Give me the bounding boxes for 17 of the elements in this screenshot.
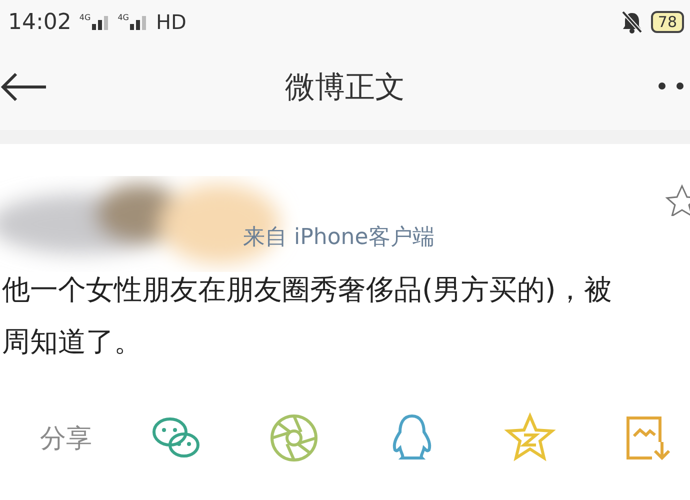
signal-icon (130, 14, 148, 30)
post-text: 周知道了。 (2, 324, 143, 360)
back-arrow-icon[interactable] (0, 72, 48, 102)
more-icon[interactable] (658, 82, 686, 90)
post-source: 来自 iPhone客户端 (243, 224, 434, 252)
network-type: 4G (118, 14, 129, 22)
star-icon[interactable] (504, 412, 556, 464)
signal-icon (92, 14, 110, 30)
network-type: 4G (79, 14, 91, 22)
post-text: 他一个女性朋友在朋友圈秀奢侈品(男方买的)，被 (2, 272, 613, 308)
favorite-star-icon[interactable] (664, 184, 690, 216)
aperture-icon[interactable] (268, 412, 320, 464)
clock-time: 14:02 (8, 10, 72, 34)
battery-level: 78 (650, 11, 684, 33)
hd-label: HD (156, 10, 186, 34)
page-title: 微博正文 (285, 68, 405, 106)
share-label: 分享 (40, 422, 92, 456)
